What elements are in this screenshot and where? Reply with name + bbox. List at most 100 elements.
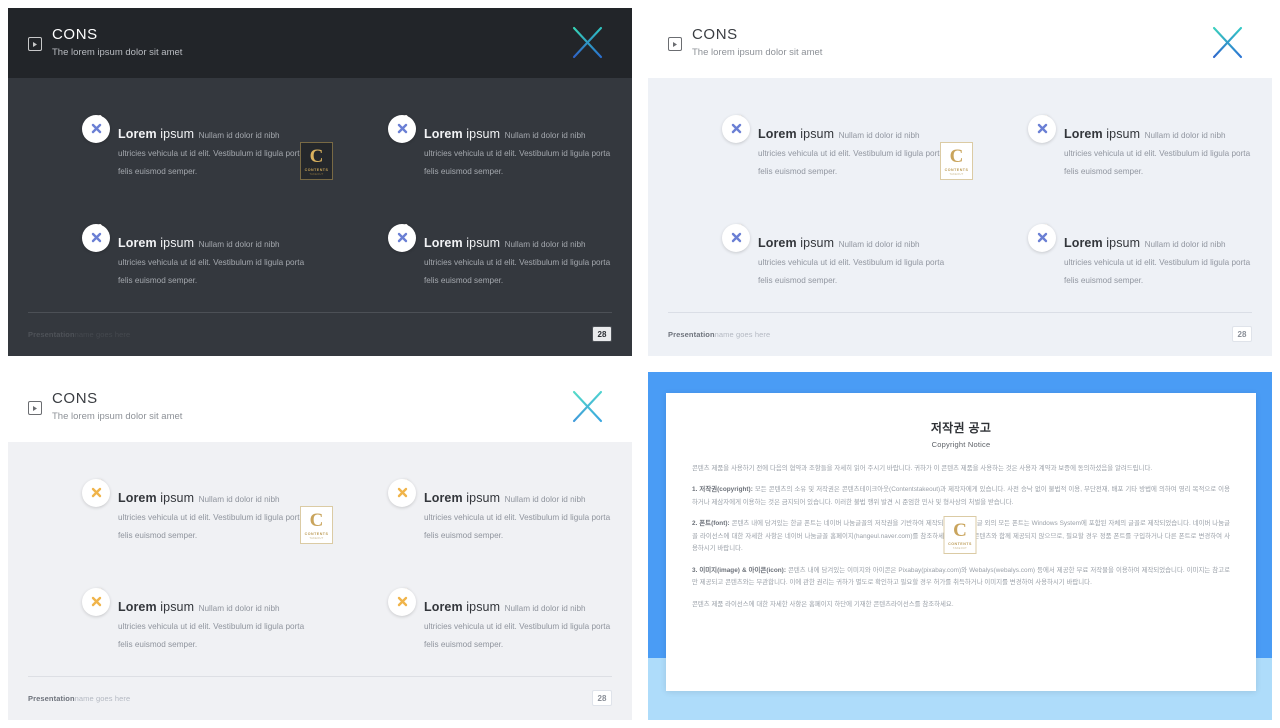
- slide-header: CONS The lorem ipsum dolor sit amet: [8, 8, 632, 78]
- slide-body: Lorem ipsum Nullam id dolor id nibh ultr…: [648, 78, 1272, 312]
- card-title: Lorem ipsum: [118, 490, 195, 505]
- thumbnail-wrap: [388, 114, 416, 143]
- slide-dark: CONS The lorem ipsum dolor sit amet Lore…: [0, 0, 640, 364]
- slide-footer: Presentationname goes here 28: [648, 312, 1272, 356]
- page-title: CONS: [692, 26, 738, 44]
- slide-light-gray: CONS The lorem ipsum dolor sit amet Lore…: [0, 364, 640, 728]
- thumbnail-wrap: [388, 223, 416, 252]
- play-square-icon: [28, 37, 42, 51]
- watermark-line2: TAKEOUT: [309, 536, 324, 540]
- watermark-letter: C: [309, 145, 324, 167]
- content-card[interactable]: Lorem ipsum Nullam id dolor id nibh ultr…: [666, 223, 948, 288]
- thumbnail-wrap: [82, 114, 110, 143]
- thumbnail-wrap: [82, 223, 110, 252]
- copyright-item: 3. 이미지(image) & 아이콘(icon): 콘텐츠 내에 담겨있는 이…: [692, 566, 1230, 587]
- page-subtitle: The lorem ipsum dolor sit amet: [52, 410, 183, 422]
- content-card[interactable]: Lorem ipsum Nullam id dolor id nibh ultr…: [972, 223, 1254, 288]
- x-close-icon[interactable]: [1028, 114, 1056, 143]
- x-close-icon[interactable]: [388, 587, 416, 616]
- watermark-line1: CONTENTS: [304, 167, 329, 172]
- footer-divider: [28, 676, 612, 677]
- slide-body: Lorem ipsum Nullam id dolor id nibh ultr…: [8, 78, 632, 312]
- card-title: Lorem ipsum: [424, 126, 501, 141]
- slide-header: CONS The lorem ipsum dolor sit amet: [648, 8, 1272, 78]
- contents-takeout-watermark: C CONTENTS TAKEOUT: [940, 142, 973, 180]
- x-brand-logo: [570, 388, 606, 426]
- play-square-icon: [668, 37, 682, 51]
- x-close-icon[interactable]: [388, 114, 416, 143]
- copyright-intro: 콘텐츠 제품을 사용하기 전에 다음의 협약과 조항들을 자세히 읽어 주시기 …: [692, 465, 1153, 472]
- content-card[interactable]: Lorem ipsum Nullam id dolor id nibh ultr…: [332, 223, 614, 288]
- content-card[interactable]: Lorem ipsum Nullam id dolor id nibh ultr…: [26, 478, 308, 543]
- slide-footer: Presentationname goes here 28: [8, 312, 632, 356]
- slide-footer: Presentationname goes here 28: [8, 676, 632, 720]
- x-brand-logo: [570, 24, 606, 62]
- copyright-outro: 콘텐츠 제품 라이선스에 대한 자세한 사항은 홈페이지 하단에 기재한 콘텐츠…: [692, 600, 954, 608]
- footer-divider: [28, 312, 612, 313]
- x-close-icon[interactable]: [82, 478, 110, 507]
- page-number: 28: [592, 326, 612, 342]
- footer-brand: Presentationname goes here: [28, 329, 131, 339]
- watermark-line1: CONTENTS: [304, 531, 329, 536]
- card-title: Lorem ipsum: [118, 599, 195, 614]
- x-close-icon[interactable]: [722, 223, 750, 252]
- x-close-icon[interactable]: [388, 478, 416, 507]
- x-close-icon[interactable]: [82, 587, 110, 616]
- slide-copyright-notice: 저작권 공고 Copyright Notice 콘텐츠 제품을 사용하기 전에 …: [640, 364, 1280, 728]
- page-title: CONS: [52, 26, 98, 44]
- page-title: CONS: [52, 390, 98, 408]
- content-card[interactable]: Lorem ipsum Nullam id dolor id nibh ultr…: [332, 478, 614, 543]
- card-grid: Lorem ipsum Nullam id dolor id nibh ultr…: [26, 442, 614, 676]
- watermark-line1: CONTENTS: [948, 541, 972, 546]
- content-card[interactable]: Lorem ipsum Nullam id dolor id nibh ultr…: [332, 114, 614, 179]
- copyright-title: 저작권 공고: [930, 421, 992, 435]
- card-title: Lorem ipsum: [424, 599, 501, 614]
- card-grid: Lorem ipsum Nullam id dolor id nibh ultr…: [666, 78, 1254, 312]
- x-close-icon[interactable]: [722, 114, 750, 143]
- card-title: Lorem ipsum: [424, 490, 501, 505]
- card-title: Lorem ipsum: [118, 126, 195, 141]
- card-title: Lorem ipsum: [1064, 235, 1141, 250]
- watermark-line2: TAKEOUT: [952, 546, 968, 550]
- contents-takeout-watermark: C CONTENTS TAKEOUT: [300, 506, 333, 544]
- copyright-subtitle: Copyright Notice: [931, 440, 991, 449]
- content-card[interactable]: Lorem ipsum Nullam id dolor id nibh ultr…: [666, 114, 948, 179]
- content-card[interactable]: Lorem ipsum Nullam id dolor id nibh ultr…: [26, 223, 308, 288]
- slide-light-blue: CONS The lorem ipsum dolor sit amet Lore…: [640, 0, 1280, 364]
- x-brand-logo: [1210, 24, 1246, 62]
- footer-divider: [668, 312, 1252, 313]
- thumbnail-wrap: [82, 478, 110, 507]
- thumbnail-wrap: [722, 114, 750, 143]
- thumbnail-wrap: [388, 478, 416, 507]
- card-grid: Lorem ipsum Nullam id dolor id nibh ultr…: [26, 78, 614, 312]
- contents-takeout-watermark: C CONTENTS TAKEOUT: [300, 142, 333, 180]
- watermark-letter: C: [949, 145, 964, 167]
- content-card[interactable]: Lorem ipsum Nullam id dolor id nibh ultr…: [972, 114, 1254, 179]
- x-close-icon[interactable]: [1028, 223, 1056, 252]
- card-title: Lorem ipsum: [424, 235, 501, 250]
- x-close-icon[interactable]: [82, 114, 110, 143]
- x-close-icon[interactable]: [82, 223, 110, 252]
- thumbnail-wrap: [1028, 114, 1056, 143]
- copyright-item: 1. 저작권(copyright): 모든 콘텐츠의 소유 및 저작권은 콘텐츠…: [692, 486, 1230, 506]
- page-number: 28: [592, 690, 612, 706]
- card-title: Lorem ipsum: [118, 235, 195, 250]
- content-card[interactable]: Lorem ipsum Nullam id dolor id nibh ultr…: [26, 587, 308, 652]
- card-title: Lorem ipsum: [758, 126, 835, 141]
- thumbnail-wrap: [1028, 223, 1056, 252]
- card-title: Lorem ipsum: [758, 235, 835, 250]
- play-square-icon: [28, 401, 42, 415]
- x-close-icon[interactable]: [388, 223, 416, 252]
- watermark-letter: C: [309, 509, 324, 531]
- slide-header: CONS The lorem ipsum dolor sit amet: [8, 372, 632, 442]
- contents-takeout-watermark: C CONTENTS TAKEOUT: [943, 516, 977, 554]
- content-card[interactable]: Lorem ipsum Nullam id dolor id nibh ultr…: [332, 587, 614, 652]
- thumbnail-wrap: [722, 223, 750, 252]
- watermark-line2: TAKEOUT: [949, 172, 964, 176]
- thumbnail-wrap: [388, 587, 416, 616]
- content-card[interactable]: Lorem ipsum Nullam id dolor id nibh ultr…: [26, 114, 308, 179]
- card-title: Lorem ipsum: [1064, 126, 1141, 141]
- page-subtitle: The lorem ipsum dolor sit amet: [692, 46, 823, 58]
- watermark-line1: CONTENTS: [944, 167, 969, 172]
- watermark-line2: TAKEOUT: [309, 172, 324, 176]
